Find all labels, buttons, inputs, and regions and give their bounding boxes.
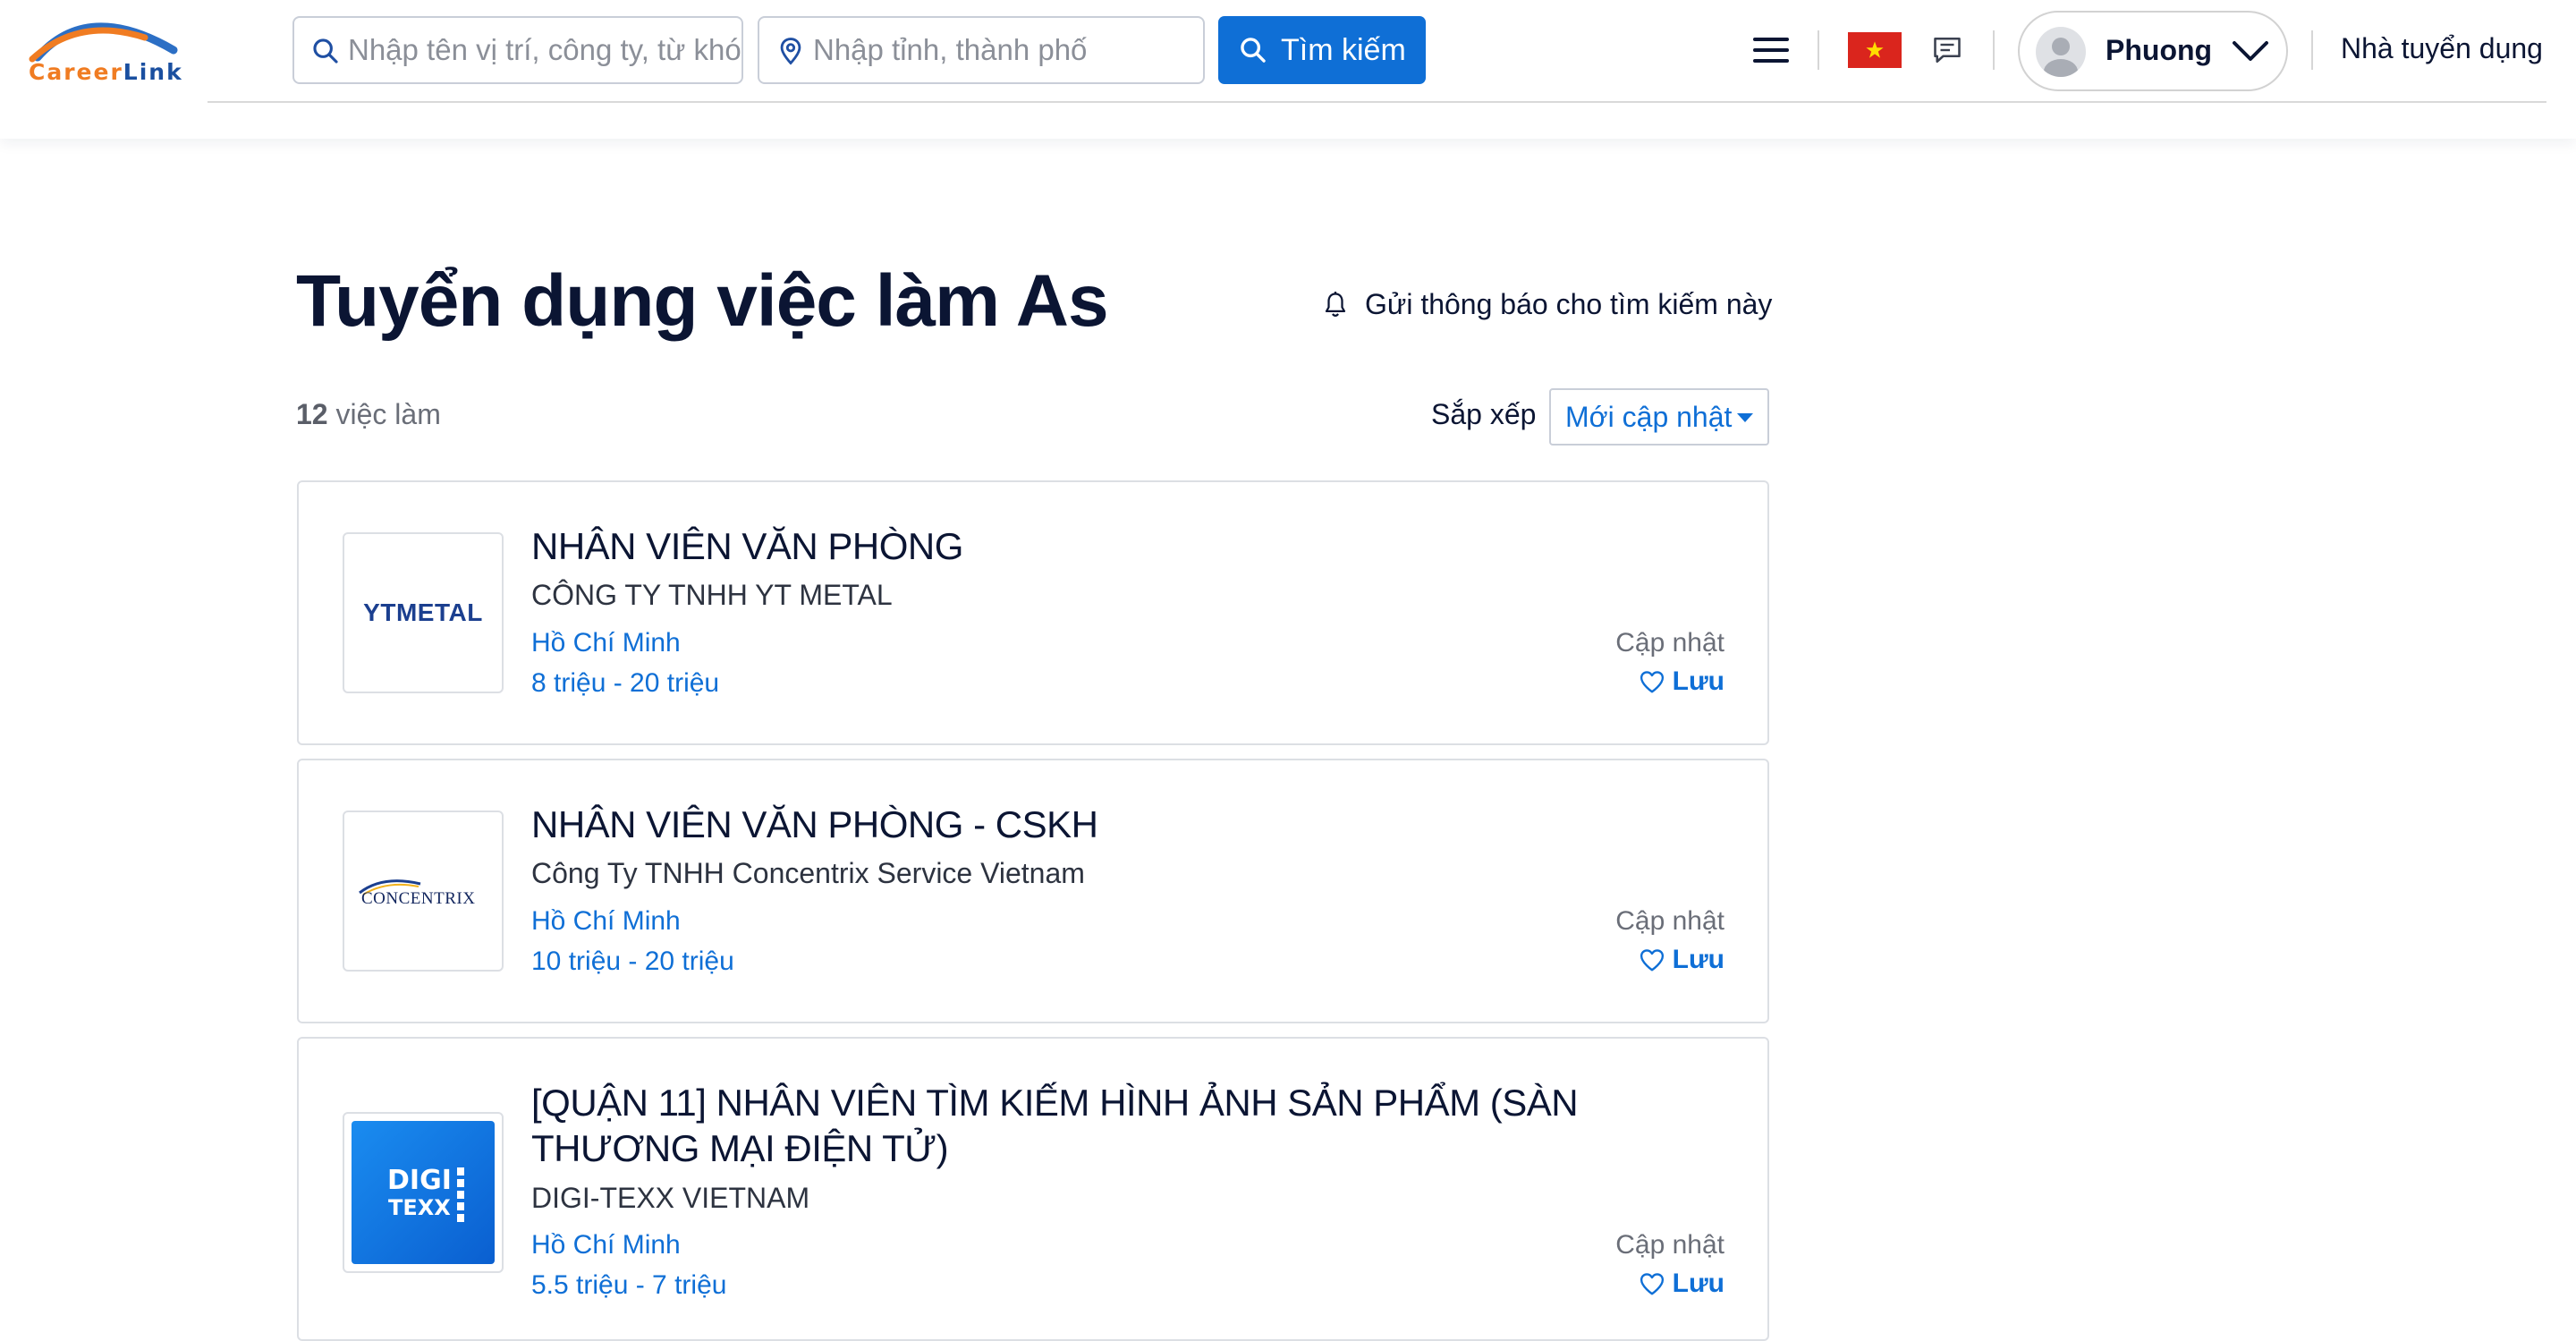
- heart-icon: [1640, 1273, 1664, 1295]
- sort-selected-value: Mới cập nhật: [1565, 400, 1733, 433]
- digitexx-logo-text: DIGI TEXX: [387, 1165, 452, 1221]
- caret-down-icon: [1737, 413, 1753, 422]
- job-count-suffix: việc làm: [327, 398, 441, 430]
- job-count-number: 12: [296, 398, 328, 430]
- notify-search-button[interactable]: Gửi thông báo cho tìm kiếm này: [1322, 288, 1772, 321]
- job-company[interactable]: DIGI-TEXX VIETNAM: [531, 1182, 809, 1215]
- chevron-down-icon: [2233, 41, 2268, 61]
- search-button[interactable]: Tìm kiếm: [1218, 16, 1426, 84]
- job-salary: 8 triệu - 20 triệu: [531, 668, 720, 698]
- ytmetal-logo-text: YTMETAL: [363, 598, 483, 626]
- user-menu-button[interactable]: Phuong: [2018, 11, 2288, 91]
- job-updated: Cập nhật: [1615, 906, 1724, 936]
- employer-link[interactable]: Nhà tuyển dụng: [2341, 32, 2543, 65]
- nav-divider: [2311, 30, 2313, 70]
- job-salary: 10 triệu - 20 triệu: [531, 946, 734, 976]
- nav-divider: [1993, 30, 1995, 70]
- nav-divider: [1818, 30, 1819, 70]
- job-location[interactable]: Hồ Chí Minh: [531, 906, 681, 937]
- top-navbar: CareerLink Tìm kiếm: [0, 0, 2576, 139]
- notify-label: Gửi thông báo cho tìm kiếm này: [1365, 288, 1773, 320]
- save-job-button[interactable]: Lưu: [1639, 666, 1724, 697]
- vietnam-flag-icon[interactable]: [1848, 32, 1902, 68]
- save-label: Lưu: [1672, 666, 1724, 696]
- save-job-button[interactable]: Lưu: [1639, 1269, 1724, 1299]
- concentrix-logo-text: CONCENTRIX: [361, 889, 476, 908]
- hamburger-menu-icon[interactable]: [1751, 36, 1791, 64]
- save-label: Lưu: [1672, 945, 1724, 974]
- logo-arc-icon: [29, 22, 178, 63]
- user-avatar-icon: [2036, 27, 2086, 77]
- job-updated: Cập nhật: [1615, 628, 1724, 658]
- search-icon: [1241, 38, 1266, 63]
- save-job-button[interactable]: Lưu: [1639, 945, 1724, 975]
- page-title: Tuyển dụng việc làm As: [296, 260, 1109, 342]
- job-card[interactable]: YTMETAL NHÂN VIÊN VĂN PHÒNG CÔNG TY TNHH…: [297, 480, 1769, 745]
- sort-dropdown[interactable]: Mới cập nhật: [1549, 388, 1769, 446]
- save-label: Lưu: [1672, 1269, 1724, 1298]
- job-updated: Cập nhật: [1615, 1230, 1724, 1260]
- digitexx-logo-bars: [457, 1167, 464, 1223]
- sort-label: Sắp xếp: [1431, 398, 1537, 430]
- concentrix-logo: CONCENTRIX: [356, 873, 490, 909]
- keyword-search-input[interactable]: [348, 33, 741, 67]
- job-title[interactable]: NHÂN VIÊN VĂN PHÒNG - CSKH: [531, 802, 1658, 847]
- flag-star-icon: [1866, 41, 1884, 58]
- company-logo[interactable]: YTMETAL: [343, 532, 504, 693]
- user-name: Phuong: [2106, 34, 2213, 66]
- bell-icon: [1325, 291, 1346, 317]
- location-search-input[interactable]: [813, 33, 1203, 67]
- job-salary: 5.5 triệu - 7 triệu: [531, 1270, 727, 1300]
- job-count: 12 việc làm: [296, 398, 441, 431]
- job-company[interactable]: Công Ty TNHH Concentrix Service Vietnam: [531, 857, 1085, 890]
- search-button-label: Tìm kiếm: [1281, 32, 1406, 67]
- job-title[interactable]: NHÂN VIÊN VĂN PHÒNG: [531, 523, 1658, 569]
- company-logo[interactable]: DIGI TEXX: [343, 1112, 504, 1273]
- job-company[interactable]: CÔNG TY TNHH YT METAL: [531, 579, 893, 612]
- header-divider-line: [208, 101, 2546, 103]
- company-logo[interactable]: CONCENTRIX: [343, 811, 504, 972]
- search-icon: [313, 38, 338, 64]
- location-pin-icon: [780, 38, 801, 65]
- job-title[interactable]: [QUẬN 11] NHÂN VIÊN TÌM KIẾM HÌNH ẢNH SẢ…: [531, 1080, 1658, 1171]
- digitexx-logo: DIGI TEXX: [352, 1121, 495, 1264]
- job-card[interactable]: DIGI TEXX [QUẬN 11] NHÂN VIÊN TÌM KIẾM H…: [297, 1037, 1769, 1341]
- logo-wordmark: CareerLink: [29, 59, 183, 85]
- heart-icon: [1640, 671, 1664, 693]
- chat-icon[interactable]: [1930, 34, 1964, 66]
- keyword-search-field[interactable]: [292, 16, 743, 84]
- job-card[interactable]: CONCENTRIX NHÂN VIÊN VĂN PHÒNG - CSKH Cô…: [297, 759, 1769, 1023]
- job-location[interactable]: Hồ Chí Minh: [531, 1230, 681, 1260]
- location-search-field[interactable]: [758, 16, 1205, 84]
- careerlink-logo[interactable]: CareerLink: [25, 11, 182, 86]
- heart-icon: [1640, 949, 1664, 972]
- job-location[interactable]: Hồ Chí Minh: [531, 628, 681, 658]
